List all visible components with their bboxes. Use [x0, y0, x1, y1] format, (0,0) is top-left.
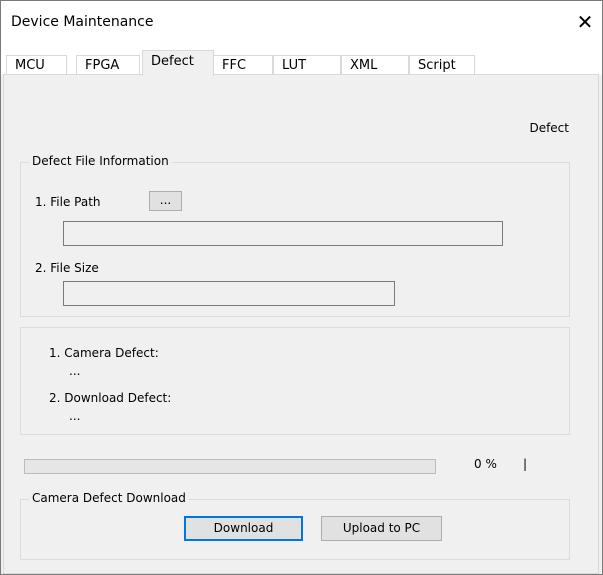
camera-defect-label: 1. Camera Defect: — [49, 346, 159, 360]
window-title: Device Maintenance — [11, 14, 154, 30]
tab-xml[interactable]: XML — [341, 55, 409, 75]
tab-ffc[interactable]: FFC — [213, 55, 273, 75]
device-maintenance-window: Device Maintenance ✕ MCU FPGA Defect FFC… — [0, 0, 603, 575]
upload-to-pc-button[interactable]: Upload to PC — [321, 516, 442, 541]
close-icon[interactable]: ✕ — [568, 7, 602, 37]
file-size-field[interactable] — [63, 281, 395, 306]
progress-bar — [24, 459, 436, 474]
tab-mcu[interactable]: MCU — [6, 55, 67, 75]
group-title: Camera Defect Download — [29, 491, 189, 505]
defect-status-group: 1. Camera Defect: ... 2. Download Defect… — [20, 327, 570, 435]
file-path-field[interactable] — [63, 221, 503, 246]
defect-panel: Defect Defect File Information 1. File P… — [3, 74, 599, 574]
defect-file-information-group: Defect File Information 1. File Path ...… — [20, 154, 570, 317]
tab-bar: MCU FPGA Defect FFC LUT XML Script — [1, 45, 602, 76]
download-defect-label: 2. Download Defect: — [49, 391, 172, 405]
file-path-label: 1. File Path — [35, 195, 101, 209]
tab-fpga[interactable]: FPGA — [76, 55, 140, 75]
download-button[interactable]: Download — [184, 516, 303, 541]
title-bar: Device Maintenance ✕ — [1, 1, 602, 45]
panel-heading: Defect — [529, 121, 569, 135]
browse-button[interactable]: ... — [149, 191, 182, 211]
tab-lut[interactable]: LUT — [273, 55, 341, 75]
download-defect-value: ... — [69, 409, 81, 423]
file-size-label: 2. File Size — [35, 261, 99, 275]
group-title: Defect File Information — [29, 154, 172, 168]
tab-defect[interactable]: Defect — [142, 50, 214, 76]
camera-defect-value: ... — [69, 364, 81, 378]
progress-percent: 0 % — [474, 457, 497, 471]
tab-script[interactable]: Script — [409, 55, 475, 75]
camera-defect-download-group: Camera Defect Download Download Upload t… — [20, 491, 570, 560]
progress-indicator: | — [523, 457, 528, 471]
